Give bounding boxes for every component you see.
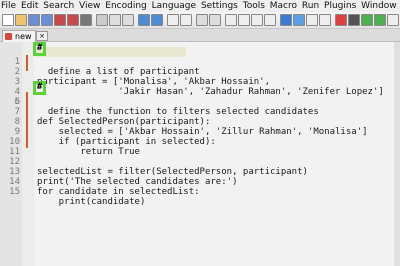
language-icon[interactable] [280,14,292,26]
tab-bar: new × [0,29,400,42]
sync-scroll-icon[interactable] [225,14,237,26]
find-icon[interactable] [167,14,179,26]
menu-window[interactable]: Window [360,1,398,11]
tab-label: new [15,32,32,41]
document-map-icon[interactable] [293,14,305,26]
print-icon[interactable] [80,14,92,26]
code-line: 8 selected = ['Akbar Hossain', 'Zillur R… [0,107,400,137]
line-text: print(candidate) [37,197,146,207]
toolbar [0,12,400,29]
menu-encoding[interactable]: Encoding [104,1,147,11]
code-line: 3 'Jakir Hasan', 'Zahadur Rahman', 'Zeni… [0,67,400,97]
word-wrap-icon[interactable] [238,14,250,26]
menu-search[interactable]: Search [42,1,75,11]
save-macro-icon[interactable] [387,14,399,26]
show-all-chars-icon[interactable] [251,14,263,26]
line-number: 15 [9,187,20,197]
tab-new[interactable]: new [2,30,36,42]
menu-macro[interactable]: Macro [269,1,298,11]
menu-plugins[interactable]: Plugins [323,1,357,11]
code-line: 15 print(candidate) [0,177,400,207]
open-file-icon[interactable] [15,14,27,26]
menu-file[interactable]: File [0,1,17,11]
stop-macro-icon[interactable] [348,14,360,26]
save-icon[interactable] [28,14,40,26]
indent-guide-icon[interactable] [264,14,276,26]
menu-edit[interactable]: Edit [20,1,39,11]
comment-hash-mark: # [37,82,43,92]
code-line: 1 define a list of participant [0,47,400,77]
code-line: 7 def SelectedPerson(participant): [0,97,400,127]
copy-icon[interactable] [109,14,121,26]
replace-icon[interactable] [180,14,192,26]
menu-tools[interactable]: Tools [242,1,266,11]
folder-workspace-icon[interactable] [319,14,331,26]
close-tab-icon[interactable]: × [36,31,48,41]
new-file-icon[interactable] [2,14,14,26]
run-multiple-icon[interactable] [374,14,386,26]
menu-language[interactable]: Language [151,1,197,11]
zoom-in-icon[interactable] [196,14,208,26]
code-line: 11 [0,137,400,157]
play-macro-icon[interactable] [361,14,373,26]
menu-bar: File Edit Search View Encoding Language … [0,0,400,12]
line-text: for candidate in selectedList: [37,187,200,197]
vertical-scrollbar[interactable] [394,42,400,266]
redo-icon[interactable] [151,14,163,26]
menu-run[interactable]: Run [301,1,320,11]
code-line: 2 participant = ['Monalisa', 'Akbar Hoss… [0,57,400,87]
code-line: 9 if (participant in selected): [0,117,400,147]
comment-hash-mark: # [37,43,43,53]
code-line: 14 for candidate in selectedList: [0,167,400,197]
code-line: 4 [0,77,400,97]
modified-file-icon [5,33,12,40]
close-file-icon[interactable] [54,14,66,26]
function-list-icon[interactable] [306,14,318,26]
code-line: 12 selectedList = filter(SelectedPerson,… [0,147,400,177]
zoom-out-icon[interactable] [209,14,221,26]
save-all-icon[interactable] [41,14,53,26]
menu-view[interactable]: View [78,1,101,11]
paste-icon[interactable] [122,14,134,26]
menu-settings[interactable]: Settings [200,1,239,11]
code-line: 10 return True [0,127,400,157]
close-all-icon[interactable] [67,14,79,26]
cut-icon[interactable] [96,14,108,26]
undo-icon[interactable] [138,14,150,26]
record-macro-icon[interactable] [335,14,347,26]
code-editor[interactable]: 1 define a list of participant 2 partici… [0,42,400,266]
code-line: 6 define the function to filters selecte… [0,87,400,117]
code-line: 13 print('The selected candidates are:') [0,157,400,187]
